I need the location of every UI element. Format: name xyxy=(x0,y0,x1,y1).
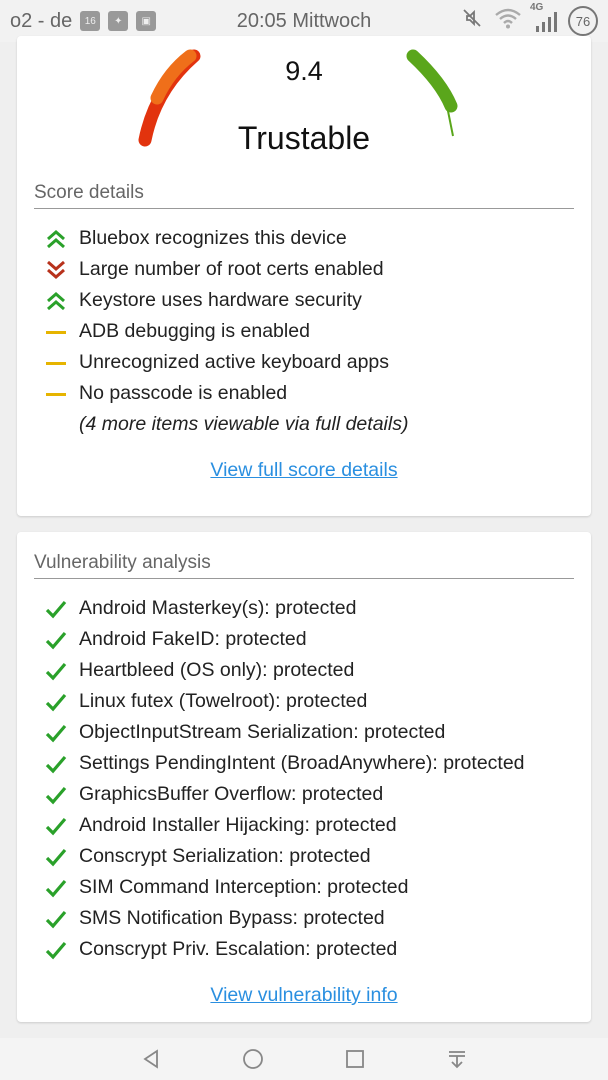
vulnerability-item-label: Heartbleed (OS only): protected xyxy=(79,659,355,681)
recents-icon[interactable] xyxy=(335,1039,375,1079)
vulnerability-item-label: Linux futex (Towelroot): protected xyxy=(79,690,368,712)
home-icon[interactable] xyxy=(233,1039,273,1079)
score-item: Large number of root certs enabled xyxy=(43,254,408,285)
vulnerability-item-label: Android Masterkey(s): protected xyxy=(79,597,357,619)
score-item: No passcode is enabled xyxy=(43,378,408,409)
checkmark-icon xyxy=(43,906,69,932)
checkmark-icon xyxy=(43,782,69,808)
vulnerability-item: SMS Notification Bypass: protected xyxy=(43,903,525,934)
back-icon[interactable] xyxy=(131,1039,171,1079)
view-vulnerability-info-link[interactable]: View vulnerability info xyxy=(17,984,591,1007)
score-item-label: Large number of root certs enabled xyxy=(79,258,384,280)
status-right: 4G 76 xyxy=(460,2,598,36)
score-item-label: ADB debugging is enabled xyxy=(79,320,310,342)
vulnerability-card: Vulnerability analysis Android Masterkey… xyxy=(17,532,591,1022)
checkmark-icon xyxy=(43,813,69,839)
carrier-name: o2 - de xyxy=(10,9,73,32)
score-item: Bluebox recognizes this device xyxy=(43,223,408,254)
vulnerability-item: Android Installer Hijacking: protected xyxy=(43,810,525,841)
dash-icon xyxy=(43,381,69,407)
vulnerability-item: Settings PendingIntent (BroadAnywhere): … xyxy=(43,748,525,779)
navigation-bar xyxy=(0,1038,608,1080)
vulnerability-item: ObjectInputStream Serialization: protect… xyxy=(43,717,525,748)
status-left: o2 - de 16 ✦ ▣ xyxy=(10,9,157,33)
vulnerability-item: GraphicsBuffer Overflow: protected xyxy=(43,779,525,810)
double-chevron-up-icon xyxy=(43,288,69,314)
view-full-score-details-link[interactable]: View full score details xyxy=(17,459,591,482)
vulnerability-item-label: Conscrypt Priv. Escalation: protected xyxy=(79,938,398,960)
app-notification-icon: ✦ xyxy=(108,11,129,31)
checkmark-icon xyxy=(43,658,69,684)
mute-icon xyxy=(460,6,484,36)
score-item-label: No passcode is enabled xyxy=(79,382,288,404)
cell-signal-icon: 4G xyxy=(530,2,558,34)
double-chevron-down-icon xyxy=(43,257,69,283)
vulnerability-item: SIM Command Interception: protected xyxy=(43,872,525,903)
wifi-icon xyxy=(494,7,522,35)
dash-icon xyxy=(43,350,69,376)
score-item: Unrecognized active keyboard apps xyxy=(43,347,408,378)
trust-score-value: 9.4 xyxy=(285,56,323,86)
vulnerability-item-label: Conscrypt Serialization: protected xyxy=(79,845,371,867)
checkmark-icon xyxy=(43,937,69,963)
double-chevron-up-icon xyxy=(43,226,69,252)
vulnerability-item-label: SIM Command Interception: protected xyxy=(79,876,409,898)
calendar-notification-icon: 16 xyxy=(80,11,101,31)
score-item-label: Bluebox recognizes this device xyxy=(79,227,347,249)
checkmark-icon xyxy=(43,751,69,777)
vulnerability-item-label: Settings PendingIntent (BroadAnywhere): … xyxy=(79,752,525,774)
checkmark-icon xyxy=(43,627,69,653)
vulnerability-list: Android Masterkey(s): protected Android F… xyxy=(43,593,525,965)
score-item: ADB debugging is enabled xyxy=(43,316,408,347)
dash-icon xyxy=(43,319,69,345)
vulnerability-item-label: Android FakeID: protected xyxy=(79,628,307,650)
score-card: 9.4 Trustable Score details Bluebox reco… xyxy=(17,36,591,516)
vulnerability-item-label: ObjectInputStream Serialization: protect… xyxy=(79,721,446,743)
score-details-list: Bluebox recognizes this device Large num… xyxy=(43,223,408,440)
checkmark-icon xyxy=(43,875,69,901)
vulnerability-item-label: GraphicsBuffer Overflow: protected xyxy=(79,783,384,805)
score-item-label: Keystore uses hardware security xyxy=(79,289,362,311)
vulnerability-item: Heartbleed (OS only): protected xyxy=(43,655,525,686)
vulnerability-item-label: Android Installer Hijacking: protected xyxy=(79,814,397,836)
vulnerability-analysis-heading: Vulnerability analysis xyxy=(34,552,574,579)
vulnerability-item-label: SMS Notification Bypass: protected xyxy=(79,907,385,929)
vulnerability-item: Conscrypt Priv. Escalation: protected xyxy=(43,934,525,965)
checkmark-icon xyxy=(43,720,69,746)
vulnerability-item: Android FakeID: protected xyxy=(43,624,525,655)
notification-shade-icon[interactable] xyxy=(437,1039,477,1079)
vulnerability-item: Conscrypt Serialization: protected xyxy=(43,841,525,872)
score-item-label: Unrecognized active keyboard apps xyxy=(79,351,390,373)
score-details-heading: Score details xyxy=(34,182,574,209)
checkmark-icon xyxy=(43,844,69,870)
more-items-note: (4 more items viewable via full details) xyxy=(79,413,409,435)
battery-indicator: 76 xyxy=(568,6,598,36)
score-item: Keystore uses hardware security xyxy=(43,285,408,316)
checkmark-icon xyxy=(43,689,69,715)
image-notification-icon: ▣ xyxy=(136,11,157,31)
trust-rating: Trustable xyxy=(237,120,371,156)
vulnerability-item: Android Masterkey(s): protected xyxy=(43,593,525,624)
checkmark-icon xyxy=(43,596,69,622)
vulnerability-item: Linux futex (Towelroot): protected xyxy=(43,686,525,717)
